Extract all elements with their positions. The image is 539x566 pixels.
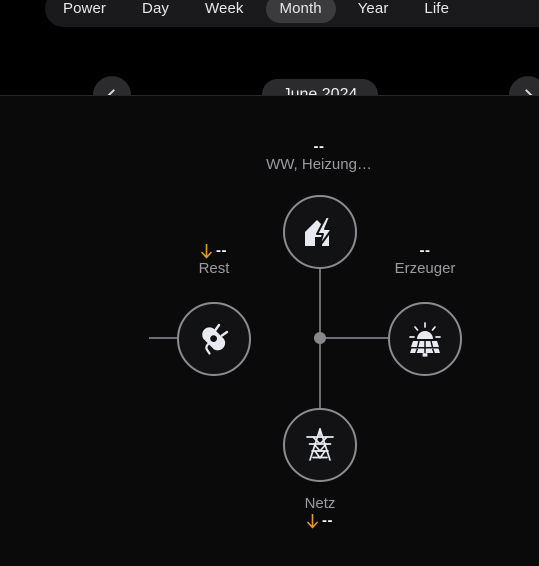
house-value: -- [313,138,325,155]
tab-year[interactable]: Year [344,0,403,23]
power-plug-icon [195,320,233,358]
house-label: WW, Heizung… [266,156,372,173]
node-house[interactable] [283,195,357,269]
netz-label: Netz [304,495,336,512]
rest-label-group: -- Rest [164,243,264,278]
tab-lifetime[interactable]: Life [410,0,463,23]
date-navigation: June 2024 [0,32,539,114]
erzeuger-label: Erzeuger [394,260,456,277]
arrow-down-icon-netz [307,512,318,529]
arrow-down-icon-rest [201,242,212,259]
tab-month[interactable]: Month [265,0,336,23]
tab-day[interactable]: Day [128,0,183,23]
netz-value-row: -- [269,513,371,529]
node-rest[interactable] [177,302,251,376]
tab-week[interactable]: Week [191,0,257,23]
flow-hub [314,332,326,344]
house-lightning-icon [302,215,338,249]
erzeuger-label-group: -- Erzeuger [375,243,475,278]
node-erzeuger[interactable] [388,302,462,376]
netz-value: -- [322,512,333,529]
erzeuger-value: -- [419,242,431,259]
netz-label-group: Netz -- [269,494,371,529]
tab-bar-container: Power Day Week Month Year Life [0,0,539,30]
solar-panel-icon [405,321,445,357]
rest-value: -- [216,242,227,259]
power-pylon-icon [302,427,338,463]
tab-power[interactable]: Power [49,0,120,23]
tab-bar: Power Day Week Month Year Life [45,0,539,27]
rest-label: Rest [198,260,230,277]
energy-flow-diagram: -- WW, Heizung… -- Rest -- Erzeuger Netz… [0,96,539,566]
house-label-group: -- WW, Heizung… [219,139,419,174]
node-netz[interactable] [283,408,357,482]
rest-value-row: -- [164,243,264,259]
